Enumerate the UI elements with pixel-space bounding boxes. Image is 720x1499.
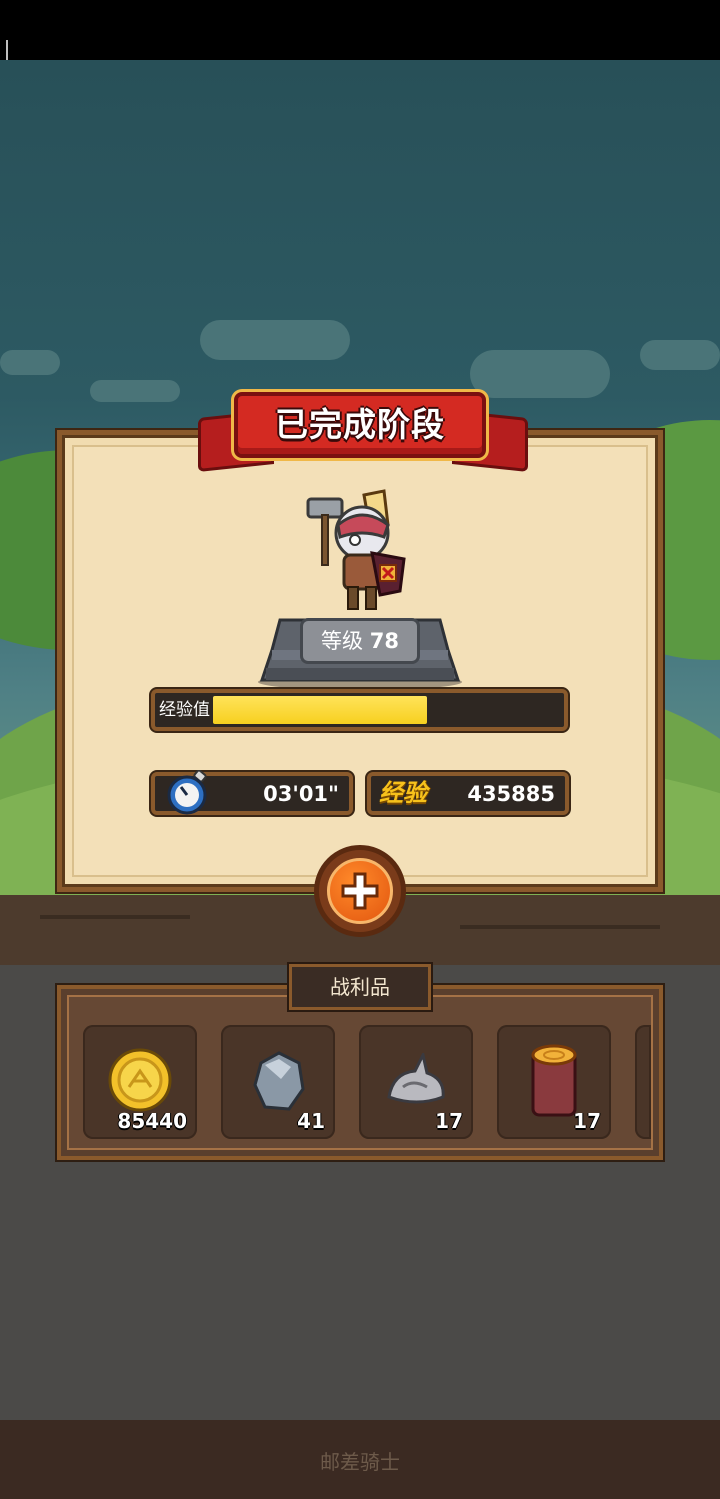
loot-slot-wood[interactable]: 17 [497, 1025, 611, 1139]
xp-bar: 经验值 [151, 689, 568, 731]
add-button[interactable] [314, 845, 406, 937]
xp-bar-fill [213, 696, 427, 724]
hero-character-icon [306, 489, 406, 610]
exp-value: 435885 [467, 782, 555, 806]
loot-slot-partial[interactable] [635, 1025, 651, 1139]
stopwatch-icon [167, 770, 207, 815]
level-label: 等级 [321, 629, 364, 653]
loot-count: 17 [435, 1109, 463, 1133]
loot-slot-iron[interactable]: 17 [359, 1025, 473, 1139]
stone-icon [253, 1051, 305, 1111]
status-bar [0, 0, 720, 60]
xp-label: 经验值 [159, 700, 210, 720]
loot-count: 41 [297, 1109, 325, 1133]
game-screen: 邮差骑士 已完成阶段 等级 78 经验值 03'01" 经验 435885 战利… [0, 0, 720, 1499]
exp-label: 经验 [379, 779, 427, 807]
banner-title: 已完成阶段 [275, 405, 445, 444]
time-box: 03'01" [151, 770, 353, 815]
loot-count: 85440 [117, 1109, 187, 1133]
level-value: 78 [369, 629, 399, 653]
footer-title: 邮差骑士 [320, 1450, 400, 1474]
loot-title: 战利品 [289, 964, 431, 1010]
iron-ore-icon [387, 1053, 445, 1104]
exp-box: 经验 435885 [367, 772, 569, 815]
plus-icon [341, 872, 379, 910]
level-plate: 等级 78 [300, 618, 420, 664]
loot-slot-gold[interactable]: 85440 [83, 1025, 197, 1139]
time-value: 03'01" [263, 782, 339, 806]
loot-count: 17 [573, 1109, 601, 1133]
stage-complete-banner: 已完成阶段 [198, 392, 528, 474]
loot-slot-stone[interactable]: 41 [221, 1025, 335, 1139]
gold-coin-icon [108, 1048, 172, 1112]
add-button-face [327, 858, 393, 924]
